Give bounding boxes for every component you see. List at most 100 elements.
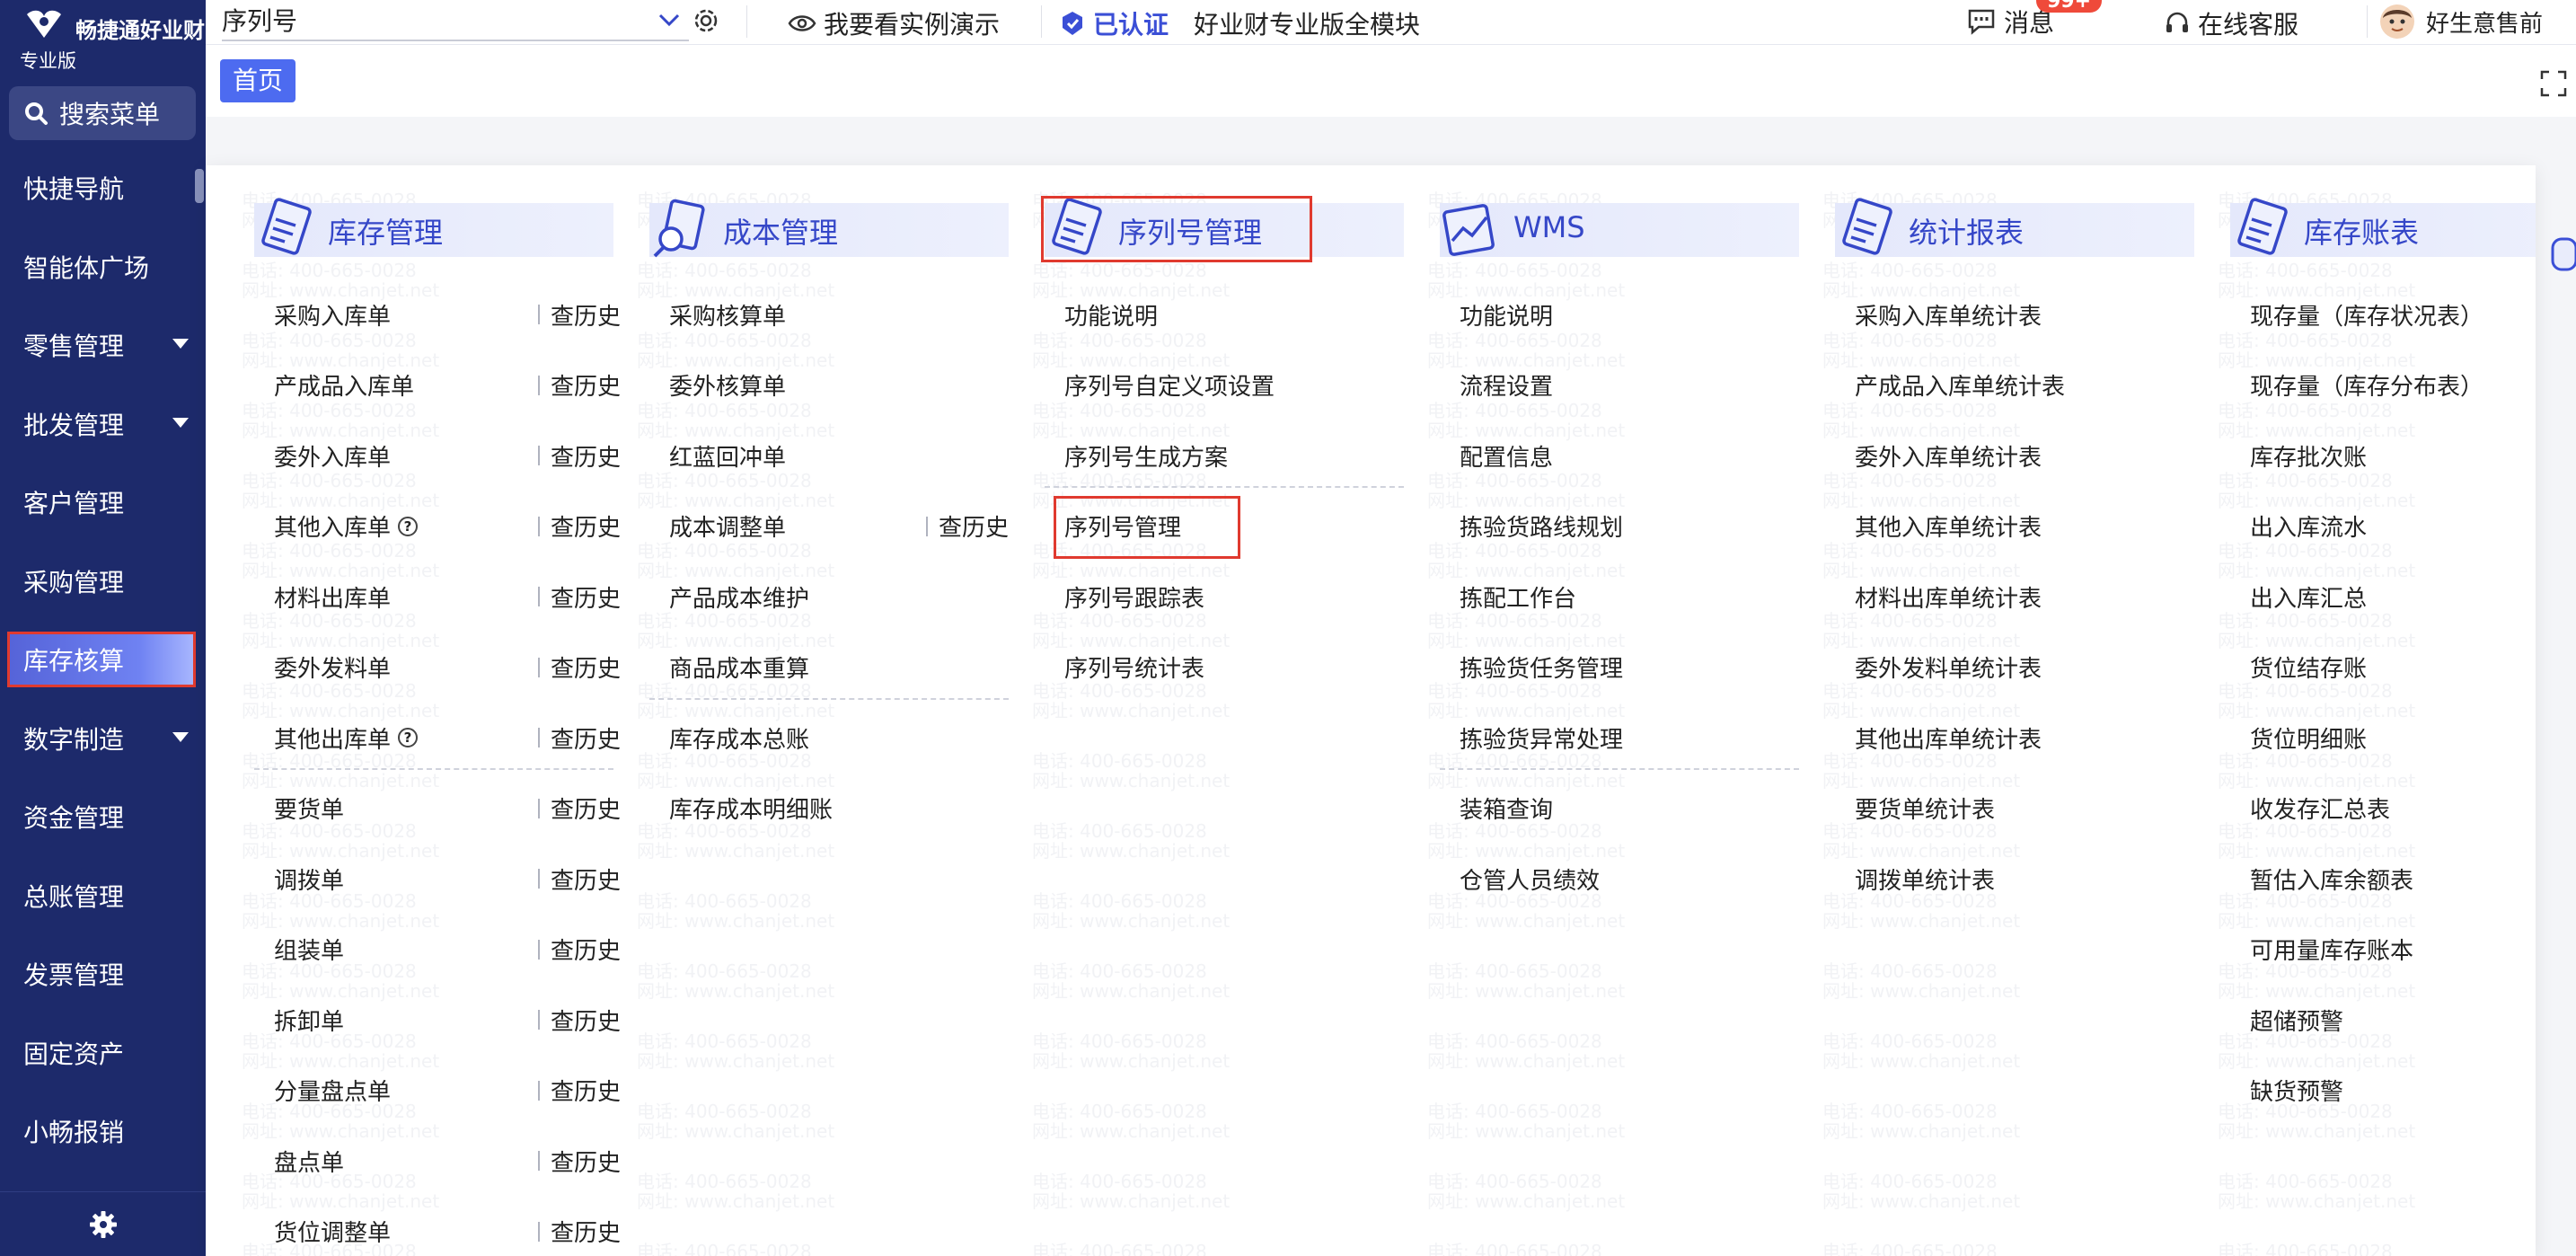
menu-column-header[interactable]: 统计报表: [1835, 198, 2194, 257]
history-link[interactable]: 查历史: [926, 509, 1009, 544]
global-search-input[interactable]: [222, 2, 635, 38]
menu-link[interactable]: 分量盘点单: [274, 1073, 391, 1109]
menu-link[interactable]: 出入库汇总: [2250, 579, 2367, 615]
menu-link[interactable]: 其他入库单?: [274, 509, 419, 544]
sidebar-item[interactable]: 快捷导航: [7, 160, 196, 216]
sidebar-item[interactable]: 资金管理: [7, 789, 196, 845]
menu-link[interactable]: 组装单: [274, 932, 344, 968]
menu-link[interactable]: 暂估入库余额表: [2250, 861, 2413, 897]
menu-link[interactable]: 仓管人员绩效: [1460, 861, 1600, 897]
menu-link[interactable]: 拣验货任务管理: [1460, 650, 1623, 685]
help-question-icon[interactable]: ?: [398, 728, 419, 747]
menu-link[interactable]: 成本调整单: [669, 509, 786, 544]
menu-link[interactable]: 功能说明: [1460, 296, 1553, 332]
menu-link[interactable]: 拣配工作台: [1460, 579, 1576, 615]
menu-link[interactable]: 现存量（库存分布表）: [2250, 367, 2483, 403]
search-settings-icon[interactable]: [691, 5, 721, 36]
menu-link[interactable]: 其他出库单统计表: [1855, 720, 2042, 756]
sidebar-item[interactable]: 发票管理: [7, 946, 196, 1002]
menu-link[interactable]: 商品成本重算: [669, 650, 809, 685]
menu-link[interactable]: 拣验货异常处理: [1460, 720, 1623, 756]
sidebar-item[interactable]: 零售管理: [7, 317, 196, 373]
menu-link[interactable]: 要货单: [274, 791, 344, 827]
menu-link[interactable]: 库存批次账: [2250, 438, 2367, 473]
sidebar-item[interactable]: 客户管理: [7, 474, 196, 530]
sidebar-item[interactable]: 库存核算: [7, 632, 196, 687]
menu-column-header[interactable]: 库存管理: [254, 198, 613, 257]
help-question-icon[interactable]: ?: [398, 516, 419, 536]
menu-link[interactable]: 流程设置: [1460, 367, 1553, 403]
logo[interactable]: 畅捷通好业财 专业版: [20, 5, 208, 72]
menu-link[interactable]: 装箱查询: [1460, 791, 1553, 827]
history-link[interactable]: 查历史: [538, 438, 621, 473]
menu-link[interactable]: 配置信息: [1460, 438, 1553, 473]
menu-link[interactable]: 产品成本维护: [669, 579, 809, 615]
menu-link[interactable]: 采购入库单统计表: [1855, 296, 2042, 332]
floating-helper-tab[interactable]: [2547, 234, 2576, 323]
sidebar-item[interactable]: 总账管理: [7, 868, 196, 924]
menu-link[interactable]: 序列号跟踪表: [1064, 579, 1204, 615]
menu-column-header[interactable]: 成本管理: [649, 199, 1009, 258]
menu-link[interactable]: 货位调整单: [274, 1214, 391, 1250]
menu-link[interactable]: 采购入库单: [274, 296, 391, 332]
settings-gear-icon[interactable]: [89, 1210, 117, 1238]
history-link[interactable]: 查历史: [538, 650, 621, 685]
menu-link[interactable]: 红蓝回冲单: [669, 438, 786, 473]
history-link[interactable]: 查历史: [538, 1073, 621, 1109]
menu-link[interactable]: 货位明细账: [2250, 720, 2367, 756]
menu-link[interactable]: 委外发料单统计表: [1855, 650, 2042, 685]
sidebar-scrollbar[interactable]: [195, 169, 204, 203]
menu-link[interactable]: 货位结存账: [2250, 650, 2367, 685]
sidebar-item[interactable]: 采购管理: [7, 553, 196, 609]
menu-link[interactable]: 调拨单: [274, 861, 344, 897]
menu-column-header[interactable]: WMS: [1440, 203, 1799, 257]
history-link[interactable]: 查历史: [538, 861, 621, 897]
history-link[interactable]: 查历史: [538, 1214, 621, 1250]
menu-link[interactable]: 超储预警: [2250, 1002, 2343, 1038]
menu-link[interactable]: 收发存汇总表: [2250, 791, 2390, 827]
menu-link[interactable]: 库存成本总账: [669, 720, 809, 756]
history-link[interactable]: 查历史: [538, 367, 621, 403]
history-link[interactable]: 查历史: [538, 296, 621, 332]
online-service-button[interactable]: 在线客服: [2164, 5, 2298, 41]
sidebar-item[interactable]: 智能体广场: [7, 239, 196, 295]
menu-link[interactable]: 委外发料单: [274, 650, 391, 685]
menu-link[interactable]: 盘点单: [274, 1143, 344, 1179]
sidebar-item[interactable]: 小畅报销: [7, 1103, 196, 1159]
demo-link[interactable]: 我要看实例演示: [788, 5, 1000, 41]
menu-link[interactable]: 要货单统计表: [1855, 791, 1995, 827]
menu-link[interactable]: 序列号生成方案: [1064, 438, 1228, 473]
menu-link[interactable]: 现存量（库存状况表）: [2250, 296, 2483, 332]
chevron-down-icon[interactable]: [657, 7, 682, 32]
menu-link[interactable]: 缺货预警: [2250, 1073, 2343, 1109]
menu-search-button[interactable]: 搜索菜单: [9, 86, 196, 140]
menu-link[interactable]: 委外入库单统计表: [1855, 438, 2042, 473]
menu-column-header[interactable]: 库存账表: [2230, 198, 2536, 257]
history-link[interactable]: 查历史: [538, 579, 621, 615]
history-link[interactable]: 查历史: [538, 791, 621, 827]
menu-link[interactable]: 委外入库单: [274, 438, 391, 473]
history-link[interactable]: 查历史: [538, 1143, 621, 1179]
menu-link[interactable]: 材料出库单: [274, 579, 391, 615]
menu-link[interactable]: 序列号统计表: [1064, 650, 1204, 685]
menu-link[interactable]: 拣验货路线规划: [1460, 509, 1623, 544]
menu-link[interactable]: 功能说明: [1064, 296, 1158, 332]
history-link[interactable]: 查历史: [538, 1002, 621, 1038]
menu-link[interactable]: 其他出库单?: [274, 720, 419, 756]
sidebar-item[interactable]: 数字制造: [7, 711, 196, 766]
sidebar-item[interactable]: 批发管理: [7, 396, 196, 452]
menu-link[interactable]: 其他入库单统计表: [1855, 509, 2042, 544]
user-menu[interactable]: 好生意售前: [2379, 4, 2543, 40]
menu-link[interactable]: 采购核算单: [669, 296, 786, 332]
menu-link[interactable]: 序列号自定义项设置: [1064, 367, 1275, 403]
menu-link[interactable]: 出入库流水: [2250, 509, 2367, 544]
menu-link[interactable]: 拆卸单: [274, 1002, 344, 1038]
history-link[interactable]: 查历史: [538, 932, 621, 968]
history-link[interactable]: 查历史: [538, 509, 621, 544]
menu-link[interactable]: 产成品入库单: [274, 367, 414, 403]
menu-link[interactable]: 产成品入库单统计表: [1855, 367, 2065, 403]
menu-link[interactable]: 调拨单统计表: [1855, 861, 1995, 897]
fullscreen-icon[interactable]: [2540, 70, 2567, 97]
verified-badge[interactable]: 已认证: [1059, 5, 1169, 41]
tab-home[interactable]: 首页: [220, 59, 296, 102]
